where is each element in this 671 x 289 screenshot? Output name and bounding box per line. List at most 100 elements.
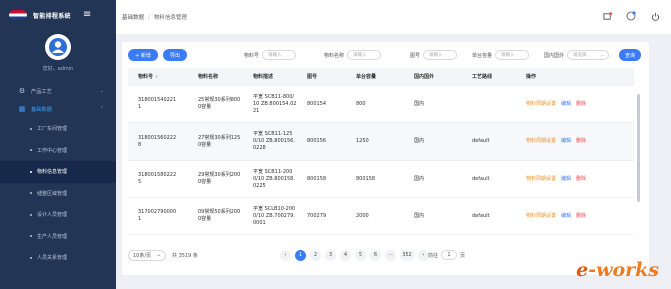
sidebar-item-production-staff[interactable]: 生产人员管理 bbox=[0, 226, 116, 248]
cell-material-desc: 平宽 SCB11-200 0/10 ZB.800158. 0225 bbox=[253, 168, 295, 189]
prev-page-button[interactable]: ‹ bbox=[280, 249, 291, 261]
power-icon[interactable] bbox=[649, 10, 661, 22]
greeting: 您好，admin bbox=[42, 66, 74, 72]
edit-link[interactable]: 编辑 bbox=[561, 176, 571, 182]
page-size-select[interactable]: 10条/页 ⌄ bbox=[128, 249, 166, 261]
header-capacity: 单台容量 bbox=[356, 73, 377, 80]
edit-link[interactable]: 编辑 bbox=[561, 213, 571, 219]
header-operations: 操作 bbox=[526, 73, 537, 80]
cell-material-desc: 平宽 SCB11-800/10 ZB.800154.02 21 bbox=[253, 93, 297, 114]
page-button[interactable]: 3 bbox=[325, 249, 336, 261]
bullet-icon bbox=[30, 192, 32, 195]
filter-capacity: 单台容量 请输入 bbox=[472, 50, 530, 60]
flag-logo-icon bbox=[9, 10, 27, 20]
page-button[interactable]: 1 bbox=[295, 249, 306, 261]
page-button[interactable]: 352 bbox=[400, 249, 414, 261]
table-scrollbar[interactable] bbox=[637, 94, 640, 202]
page-button[interactable]: 5 bbox=[355, 249, 366, 261]
goto-page-input[interactable]: 1 bbox=[441, 250, 458, 260]
page-button[interactable]: 2 bbox=[310, 249, 321, 261]
sidebar-item-designers[interactable]: 设计人员管理 bbox=[0, 204, 116, 226]
capacity-input[interactable]: 请输入 bbox=[495, 50, 530, 60]
menu-group-product-process[interactable]: ⚙ 产品工艺 ⌄ bbox=[0, 82, 116, 100]
header-material-code[interactable]: 物料号 ⇕ bbox=[128, 73, 188, 81]
notification-icon[interactable] bbox=[601, 10, 613, 22]
filter-material-name: 物料名称 请输入 bbox=[324, 50, 382, 60]
export-button[interactable]: 导出 bbox=[163, 49, 187, 61]
cell-drawing-no: 800156 bbox=[307, 138, 327, 144]
table-row[interactable]: 318001580222 5 29常规30系列200 0容量 平宽 SCB11-20… bbox=[128, 161, 634, 198]
sidebar-item-label: 工厂车间管理 bbox=[37, 126, 68, 133]
avatar[interactable] bbox=[45, 34, 71, 60]
table-row[interactable]: 318001560222 8 27常规30系列125 0容量 平宽 SCB11-12… bbox=[128, 123, 634, 161]
more-pages-button[interactable]: ··· bbox=[385, 249, 396, 261]
cell-drawing-no: 800154 bbox=[307, 100, 327, 107]
sidebar-item-label: 物料信息管理 bbox=[37, 169, 68, 176]
goto-unit: 页 bbox=[460, 252, 466, 259]
header-label: 物料号 bbox=[138, 74, 154, 80]
breadcrumb-root[interactable]: 基础数据 bbox=[122, 15, 144, 21]
menu-group-basic-data[interactable]: ▦ 基础数据 ⌃ bbox=[0, 100, 116, 118]
app-title: 智能排程系统 bbox=[33, 12, 71, 20]
sort-icon[interactable]: ⇕ bbox=[155, 74, 158, 79]
grid-icon: ▦ bbox=[18, 105, 26, 113]
search-button[interactable]: 查询 bbox=[619, 49, 641, 61]
goto-label: 前往 bbox=[428, 252, 439, 259]
page-size-value: 10条/页 bbox=[133, 252, 152, 259]
origin-select[interactable]: 请选择 ⌄ bbox=[567, 50, 610, 60]
delete-link[interactable]: 删除 bbox=[576, 213, 586, 219]
material-cycle-settings-link[interactable]: 物料周期设置 bbox=[526, 138, 556, 144]
cell-origin: 国内 bbox=[414, 100, 425, 107]
delete-link[interactable]: 删除 bbox=[576, 101, 586, 107]
toolbar: + 新增 导出 物料号 请输入 物料名称 请输入 图号 请输入 单台容量 请输入… bbox=[128, 48, 643, 62]
edit-link[interactable]: 编辑 bbox=[561, 138, 571, 144]
filter-origin: 国内国外 请选择 ⌄ bbox=[544, 50, 610, 60]
filter-material-code: 物料号 请输入 bbox=[244, 50, 297, 60]
add-button[interactable]: + 新增 bbox=[128, 49, 158, 61]
material-code-input[interactable]: 请输入 bbox=[262, 50, 297, 60]
breadcrumb-current: 物料信息管理 bbox=[153, 15, 187, 21]
sidebar: 智能排程系统 ≡ 您好，admin ⚙ 产品工艺 ⌄ ▦ 基础数据 ⌃ 工厂车间… bbox=[0, 0, 116, 289]
table-row[interactable]: 317002790000 1 09常规50系列200 0容量 平宽 SCLB10-2… bbox=[128, 198, 634, 235]
cell-capacity: 800 bbox=[356, 100, 366, 107]
cell-operations: 物料周期设置 编辑 删除 bbox=[516, 101, 616, 108]
sidebar-item-staff-relations[interactable]: 人员关系管理 bbox=[0, 247, 116, 269]
delete-link[interactable]: 删除 bbox=[576, 138, 586, 144]
sidebar-item-factory-workshop[interactable]: 工厂车间管理 bbox=[0, 118, 116, 140]
chevron-down-icon: ⌄ bbox=[156, 252, 161, 258]
menu-group-label: 基础数据 bbox=[31, 106, 52, 113]
material-name-input[interactable]: 请输入 bbox=[347, 50, 382, 60]
edit-link[interactable]: 编辑 bbox=[561, 101, 571, 107]
cell-material-name: 27常规30系列125 0容量 bbox=[198, 134, 241, 148]
material-panel: + 新增 导出 物料号 请输入 物料名称 请输入 图号 请输入 单台容量 请输入… bbox=[122, 42, 649, 275]
cell-drawing-no: 800158 bbox=[307, 175, 327, 182]
sidebar-item-work-center[interactable]: 工作中心管理 bbox=[0, 140, 116, 162]
material-table: 物料号 ⇕ 物料名称 物料描述 图号 单台容量 国内国外 工艺路线 操作 3180… bbox=[128, 68, 634, 235]
language-icon[interactable] bbox=[625, 10, 637, 22]
top-header: 基础数据 / 物料信息管理 bbox=[116, 0, 671, 34]
delete-link[interactable]: 删除 bbox=[576, 176, 586, 182]
table-header: 物料号 ⇕ 物料名称 物料描述 图号 单台容量 国内国外 工艺路线 操作 bbox=[128, 68, 634, 86]
bullet-icon bbox=[30, 149, 32, 152]
material-cycle-settings-link[interactable]: 物料周期设置 bbox=[526, 176, 556, 182]
watermark-rest: -works bbox=[588, 259, 659, 281]
hamburger-menu-icon[interactable]: ≡ bbox=[83, 10, 91, 20]
breadcrumb: 基础数据 / 物料信息管理 bbox=[122, 13, 187, 21]
filter-label: 图号 bbox=[410, 52, 421, 59]
user-avatar-icon bbox=[49, 38, 67, 56]
total-count: 共 3519 条 bbox=[172, 252, 198, 259]
material-cycle-settings-link[interactable]: 物料周期设置 bbox=[526, 213, 556, 219]
cell-capacity: 2000 bbox=[356, 212, 369, 219]
cell-origin: 国内 bbox=[414, 138, 425, 144]
drawing-no-input[interactable]: 请输入 bbox=[423, 50, 458, 60]
material-cycle-settings-link[interactable]: 物料周期设置 bbox=[526, 101, 556, 107]
cell-material-name: 29常规30系列200 0容量 bbox=[198, 172, 241, 185]
watermark-e: e bbox=[576, 259, 589, 281]
table-row[interactable]: 318001540221 1 25常规30系列800 0容量 平宽 SCB11-80… bbox=[128, 86, 634, 123]
page-button[interactable]: 6 bbox=[370, 249, 381, 261]
filter-label: 单台容量 bbox=[472, 52, 493, 59]
page-button[interactable]: 4 bbox=[340, 249, 351, 261]
sidebar-item-storage-area[interactable]: 储整区域管理 bbox=[0, 183, 116, 205]
sidebar-item-material-info[interactable]: 物料信息管理 bbox=[0, 161, 116, 183]
eworks-watermark-logo: e-works bbox=[576, 259, 659, 281]
